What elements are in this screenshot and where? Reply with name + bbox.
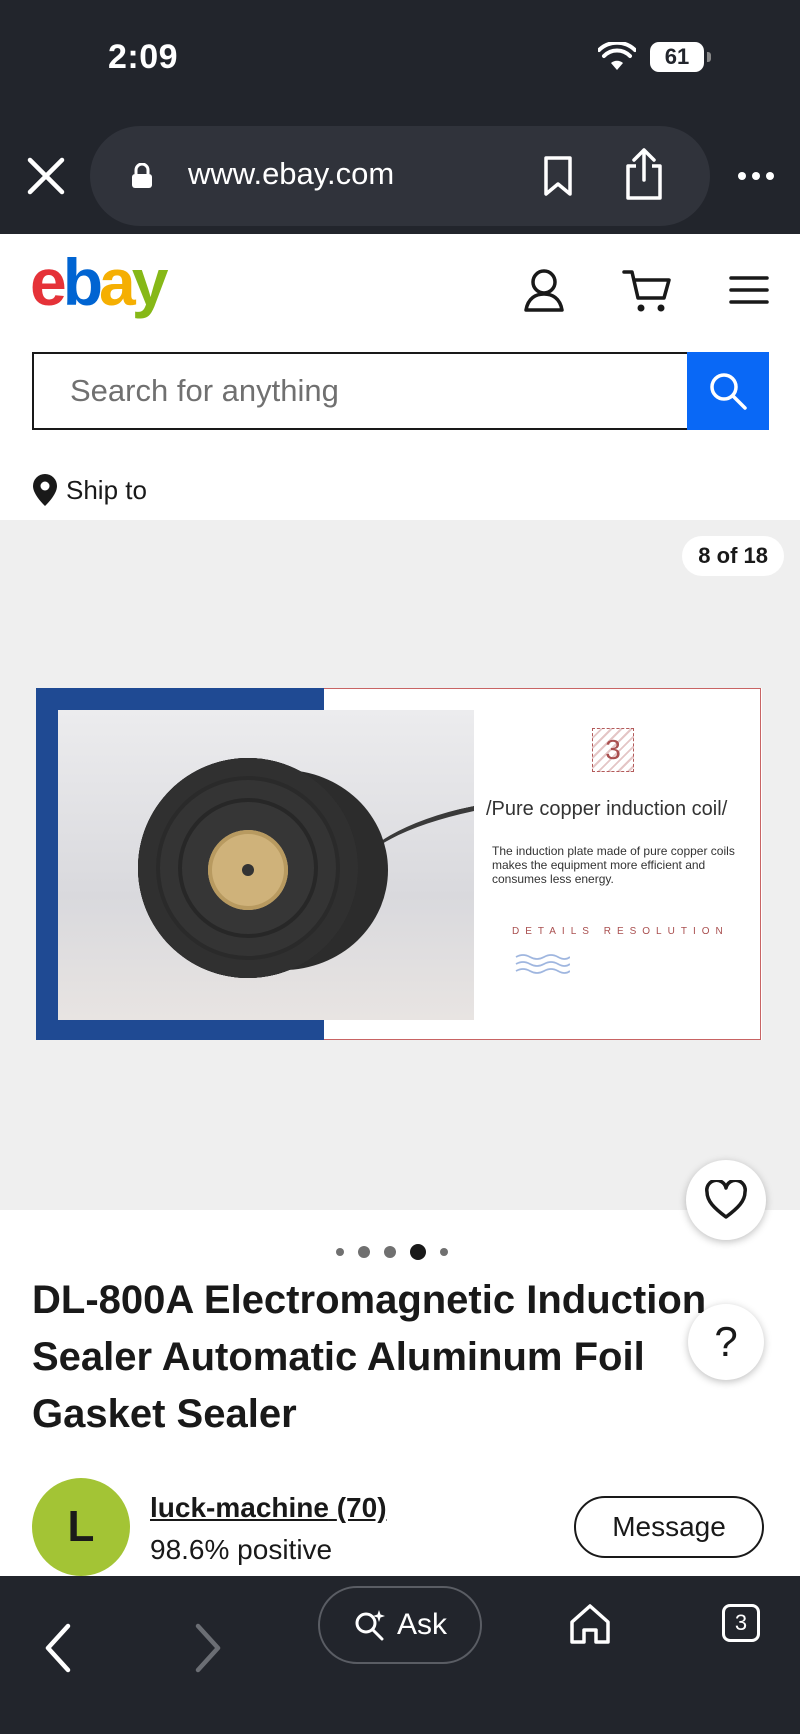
message-seller-button[interactable]: Message bbox=[574, 1496, 764, 1558]
ship-to-link[interactable]: Ship to bbox=[32, 470, 147, 510]
location-pin-icon bbox=[33, 474, 57, 506]
status-time: 2:09 bbox=[108, 38, 179, 76]
copper-core bbox=[208, 830, 288, 910]
pagination-dot-active[interactable] bbox=[410, 1244, 426, 1260]
logo-letter: b bbox=[62, 245, 103, 319]
account-icon[interactable] bbox=[520, 266, 568, 314]
browser-toolbar: www.ebay.com bbox=[0, 118, 800, 234]
ask-button[interactable]: Ask bbox=[318, 1586, 482, 1664]
ship-to-label: Ship to bbox=[66, 474, 147, 505]
sparkle-search-icon bbox=[355, 1610, 385, 1641]
site-header: ebay Search for anything Ship to bbox=[0, 234, 800, 520]
product-image[interactable]: 3 /Pure copper induction coil/ The induc… bbox=[36, 688, 762, 1040]
pagination-dot[interactable] bbox=[336, 1248, 344, 1256]
watchlist-button[interactable] bbox=[686, 1160, 766, 1240]
pagination-dot[interactable] bbox=[384, 1246, 396, 1258]
search-input[interactable]: Search for anything bbox=[32, 352, 687, 430]
search-icon bbox=[710, 373, 747, 410]
image-heading: /Pure copper induction coil/ bbox=[486, 798, 728, 820]
gallery-pagination bbox=[336, 1240, 448, 1264]
share-icon[interactable] bbox=[622, 146, 666, 202]
step-number: 3 bbox=[592, 728, 634, 772]
logo-letter: y bbox=[131, 245, 169, 319]
cart-icon[interactable] bbox=[622, 266, 674, 314]
waves-icon bbox=[515, 954, 570, 974]
status-bar: 2:09 61 bbox=[0, 0, 800, 118]
close-icon[interactable] bbox=[24, 154, 68, 198]
browser-bottom-toolbar: Ask 3 bbox=[0, 1576, 800, 1734]
wifi-icon bbox=[598, 42, 636, 70]
logo-letter: e bbox=[30, 245, 67, 319]
image-gallery[interactable]: 8 of 18 3 /Pure copper induction coil/ T… bbox=[0, 520, 800, 1210]
bookmark-icon[interactable] bbox=[540, 154, 576, 198]
heart-icon bbox=[705, 1180, 747, 1219]
seller-feedback-percent: 98.6% positive bbox=[150, 1534, 333, 1565]
help-button[interactable]: ? bbox=[688, 1304, 764, 1380]
lock-icon bbox=[132, 163, 152, 188]
more-options-icon[interactable] bbox=[736, 166, 776, 186]
seller-name-link[interactable]: luck-machine (70) bbox=[150, 1492, 387, 1524]
pagination-dot[interactable] bbox=[440, 1248, 448, 1256]
tabs-count-button[interactable]: 3 bbox=[722, 1604, 760, 1642]
seller-avatar[interactable]: L bbox=[32, 1478, 130, 1576]
image-tagline: DETAILS RESOLUTION bbox=[512, 926, 729, 937]
home-icon[interactable] bbox=[568, 1602, 612, 1646]
hamburger-menu-icon[interactable] bbox=[728, 272, 770, 308]
back-arrow-icon[interactable] bbox=[40, 1622, 76, 1674]
battery-icon: 61 bbox=[650, 42, 711, 72]
address-bar[interactable]: www.ebay.com bbox=[90, 126, 710, 226]
seller-info: L luck-machine (70) 98.6% positive Messa… bbox=[32, 1478, 772, 1578]
search-button[interactable] bbox=[687, 352, 769, 430]
seller-feedback-count: (70) bbox=[336, 1492, 387, 1523]
pagination-dot[interactable] bbox=[358, 1246, 370, 1258]
logo-letter: a bbox=[99, 245, 136, 319]
image-counter: 8 of 18 bbox=[682, 536, 784, 576]
ask-label: Ask bbox=[396, 1608, 447, 1641]
seller-name[interactable]: luck-machine bbox=[150, 1492, 329, 1523]
forward-arrow-icon[interactable] bbox=[190, 1622, 226, 1674]
ebay-logo[interactable]: ebay bbox=[30, 244, 169, 320]
url-text: www.ebay.com bbox=[188, 156, 395, 191]
image-description: The induction plate made of pure copper … bbox=[492, 844, 735, 886]
induction-coil-photo bbox=[58, 710, 474, 1020]
listing-title: DL-800A Electromagnetic Induction Sealer… bbox=[32, 1278, 707, 1436]
